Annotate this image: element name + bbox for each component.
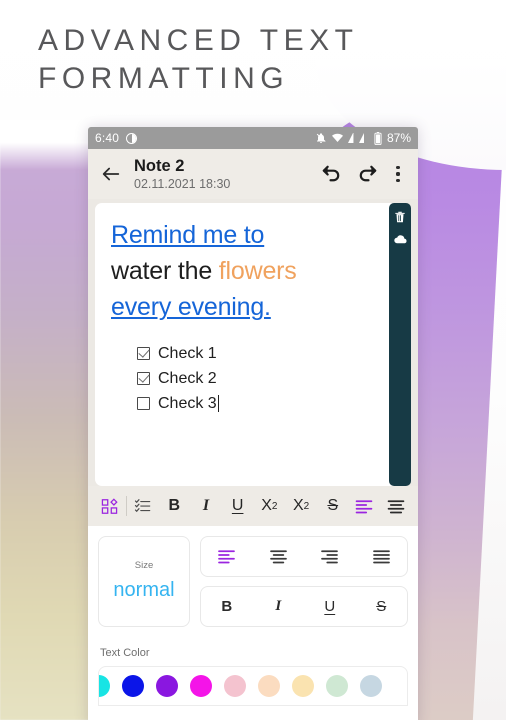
subscript-exponent: 2 [271,500,278,512]
notifications-off-icon [315,132,327,144]
shapes-grid-icon[interactable] [94,486,126,526]
size-panel-value: normal [113,578,175,601]
wifi-icon [331,132,344,144]
strikethrough-button[interactable]: S [356,587,408,626]
promo-headline: ADVANCED TEXT FORMATTING [38,22,358,98]
app-bar-actions [314,157,410,191]
note-text-black: water the [111,257,219,285]
battery-icon [374,131,382,145]
note-text-line-1: Remind me to [111,217,395,253]
note-checklist: Check 1 Check 2 Check 3 [111,341,395,416]
checklist-label: Check 3 [158,395,217,412]
bold-button[interactable]: B [201,587,253,626]
status-bar: 6:40 87% [88,127,418,149]
style-panel: B I U S [200,586,408,627]
app-bar: Note 2 02.11.2021 18:30 [88,149,418,199]
align-left-button[interactable] [349,486,381,526]
side-action-rail [389,203,411,486]
note-title: Note 2 [134,156,185,175]
align-justify-button[interactable] [380,486,412,526]
list-item[interactable]: Check 1 [137,341,395,366]
note-content-card[interactable]: Remind me to water the flowers every eve… [95,203,411,486]
align-center-icon[interactable] [253,537,305,576]
phone-screenshot: 6:40 87% Note 2 02.11.2021 18:30 Remind … [88,127,418,720]
text-color-label: Text Color [100,647,150,659]
size-panel-label: Size [134,559,154,571]
note-timestamp: 02.11.2021 18:30 [134,176,231,191]
color-swatch[interactable] [122,675,144,697]
list-item[interactable]: Check 2 [137,366,395,391]
checkbox-checked-icon[interactable] [137,347,150,360]
align-justify-icon[interactable] [356,537,408,576]
color-swatch[interactable] [292,675,314,697]
alignment-panel [200,536,408,577]
note-editor-area: Remind me to water the flowers every eve… [88,199,418,486]
note-text-line-2: water the flowers [111,253,395,289]
align-left-icon[interactable] [201,537,253,576]
headline-line-2: FORMATTING [38,62,290,95]
status-icons: 87% [315,131,411,145]
list-item[interactable]: Check 3 [137,391,395,416]
checklist-label: Check 2 [158,370,217,387]
signal-bars-icon [347,132,370,144]
color-swatch[interactable] [258,675,280,697]
checklist-label: Check 1 [158,345,217,362]
overflow-menu-icon[interactable] [386,159,410,189]
do-not-disturb-icon [126,132,138,144]
text-color-section: Text Color [98,647,408,706]
battery-percent: 87% [386,131,411,145]
arrow-back-icon[interactable] [96,159,126,189]
color-swatch[interactable] [190,675,212,697]
underline-button[interactable]: U [304,587,356,626]
color-swatch[interactable] [156,675,178,697]
strikethrough-button[interactable]: S [317,486,349,526]
color-swatch[interactable] [99,675,110,697]
superscript-exponent: 2 [303,500,310,512]
text-color-swatch-list[interactable] [98,666,408,706]
formatting-panels: Size normal B I U S Text Color [88,526,418,720]
redo-icon[interactable] [350,157,384,191]
status-time: 6:40 [95,131,120,145]
italic-button[interactable]: I [190,486,222,526]
bold-button[interactable]: B [158,486,190,526]
undo-icon[interactable] [314,157,348,191]
color-swatch[interactable] [360,675,382,697]
note-text-blue-2: every evening. [111,293,271,321]
superscript-button[interactable]: X2 [285,486,317,526]
size-panel[interactable]: Size normal [98,536,190,627]
note-text-blue-1: Remind me to [111,221,265,249]
color-swatch[interactable] [224,675,246,697]
checkbox-checked-icon[interactable] [137,372,150,385]
note-text-orange: flowers [218,257,297,285]
headline-line-1: ADVANCED TEXT [38,24,359,57]
subscript-base: X [261,497,272,514]
app-bar-titles: Note 2 02.11.2021 18:30 [134,157,230,192]
underline-button[interactable]: U [222,486,254,526]
panels-row: Size normal B I U S [98,536,408,627]
format-toolbar: B I U X2 X2 S [88,486,418,526]
subscript-button[interactable]: X2 [254,486,286,526]
checklist-icon[interactable] [127,486,159,526]
right-panels: B I U S [200,536,408,627]
color-swatch[interactable] [326,675,348,697]
text-cursor [217,395,220,412]
note-text-line-3: every evening. [111,289,395,325]
superscript-base: X [292,497,304,514]
trash-icon[interactable] [392,209,408,225]
checkbox-unchecked-icon[interactable] [137,397,150,410]
italic-button[interactable]: I [253,587,305,626]
align-right-icon[interactable] [304,537,356,576]
cloud-sync-icon[interactable] [392,231,408,247]
